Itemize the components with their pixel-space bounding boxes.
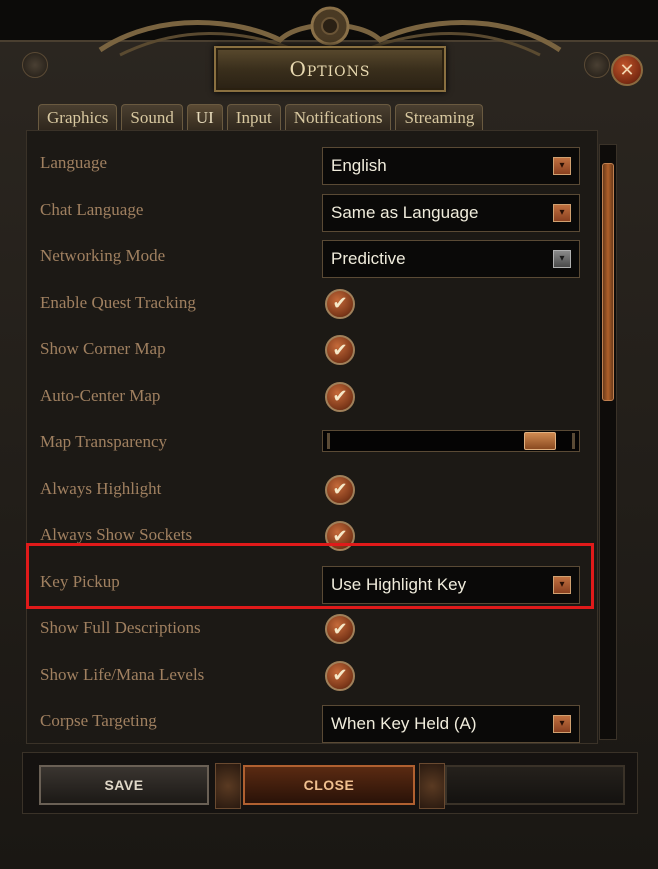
show-corner-map-checkbox[interactable]: ✔	[325, 335, 355, 365]
slider-handle[interactable]	[524, 432, 557, 450]
setting-label: Map Transparency	[40, 432, 168, 451]
setting-label: Show Life/Mana Levels	[40, 664, 205, 684]
tab-sound[interactable]: Sound	[121, 104, 183, 131]
empty-button-slot	[445, 765, 625, 805]
setting-label: Chat Language	[40, 199, 144, 219]
setting-row-auto-center-map: Auto-Center Map ✔	[27, 374, 597, 420]
setting-row-map-transparency: Map Transparency	[27, 420, 597, 466]
chevron-down-icon[interactable]: ▾	[553, 715, 571, 733]
setting-label: Networking Mode	[40, 246, 166, 265]
setting-row-chat-language: Chat Language Same as Language ▾	[27, 188, 597, 234]
setting-row-show-life-mana-levels: Show Life/Mana Levels ✔	[27, 653, 597, 699]
tab-ui[interactable]: UI	[186, 104, 223, 131]
chevron-down-icon[interactable]: ▾	[553, 203, 571, 222]
slider-end-right	[572, 433, 575, 449]
setting-label: Always Highlight	[40, 478, 162, 498]
dropdown-value: English	[331, 156, 387, 175]
dropdown-value: Same as Language	[331, 202, 479, 222]
settings-panel: Language English ▾ Chat Language Same as Lan…	[26, 130, 598, 744]
always-highlight-checkbox[interactable]: ✔	[325, 474, 355, 505]
show-full-descriptions-checkbox[interactable]: ✔	[325, 614, 355, 644]
dropdown-value: Predictive	[331, 249, 406, 268]
setting-row-language: Language English ▾	[27, 141, 597, 187]
language-dropdown[interactable]: English ▾	[322, 147, 580, 185]
corpse-targeting-dropdown[interactable]: When Key Held (A) ▾	[322, 705, 580, 743]
networking-mode-dropdown[interactable]: Predictive ▾	[322, 240, 580, 278]
setting-row-corpse-targeting: Corpse Targeting When Key Held (A) ▾	[27, 699, 597, 745]
show-life-mana-levels-checkbox[interactable]: ✔	[325, 660, 355, 691]
setting-row-networking-mode: Networking Mode Predictive ▾	[27, 234, 597, 280]
enable-quest-tracking-checkbox[interactable]: ✔	[325, 288, 355, 319]
close-button[interactable]: CLOSE	[243, 765, 415, 805]
chevron-down-icon[interactable]: ▾	[553, 157, 571, 175]
bottom-bar: SAVE CLOSE	[22, 752, 638, 814]
auto-center-map-checkbox[interactable]: ✔	[325, 381, 355, 412]
chevron-down-icon[interactable]: ▾	[553, 250, 571, 268]
setting-row-show-full-descriptions: Show Full Descriptions ✔	[27, 606, 597, 652]
close-icon[interactable]: ✕	[611, 54, 643, 86]
highlight-box	[26, 543, 594, 609]
scrollbar[interactable]	[599, 144, 617, 740]
setting-label: Auto-Center Map	[40, 385, 161, 405]
bar-ornament-right	[419, 763, 445, 809]
slider-end-left	[327, 433, 330, 449]
setting-row-always-highlight: Always Highlight ✔	[27, 467, 597, 513]
tab-graphics[interactable]: Graphics	[38, 104, 118, 131]
tab-notifications[interactable]: Notifications	[284, 104, 392, 131]
setting-label: Enable Quest Tracking	[40, 292, 196, 312]
setting-label: Show Corner Map	[40, 339, 166, 358]
dropdown-value: When Key Held (A)	[331, 714, 477, 733]
frame-corner-left	[22, 52, 48, 78]
window-title: Options	[289, 57, 371, 81]
save-button[interactable]: SAVE	[39, 765, 209, 805]
frame-corner-right	[584, 52, 610, 78]
scrollbar-thumb[interactable]	[602, 163, 614, 401]
title-plate: Options	[214, 46, 446, 92]
setting-label: Always Show Sockets	[40, 525, 193, 544]
setting-row-enable-quest-tracking: Enable Quest Tracking ✔	[27, 281, 597, 327]
tab-bar: Graphics Sound UI Input Notifications Streami…	[38, 104, 484, 131]
chat-language-dropdown[interactable]: Same as Language ▾	[322, 193, 580, 232]
bar-ornament-left	[215, 763, 241, 809]
setting-label: Corpse Targeting	[40, 711, 157, 730]
map-transparency-slider[interactable]	[322, 430, 580, 452]
tab-streaming[interactable]: Streaming	[395, 104, 484, 131]
tab-input[interactable]: Input	[226, 104, 281, 131]
setting-label: Show Full Descriptions	[40, 618, 201, 637]
setting-row-show-corner-map: Show Corner Map ✔	[27, 327, 597, 373]
setting-label: Language	[40, 153, 108, 172]
